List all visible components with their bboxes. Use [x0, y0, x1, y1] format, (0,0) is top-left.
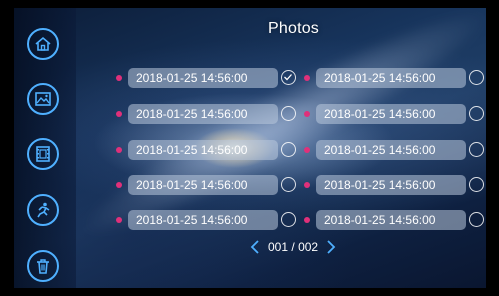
photo-select-checkbox[interactable]: [281, 70, 296, 85]
image-icon: [35, 92, 51, 106]
current-page: 001: [268, 240, 289, 254]
video-button[interactable]: [27, 138, 59, 170]
photo-marker: [116, 147, 122, 153]
pagination: 001 / 002: [250, 240, 336, 254]
page-indicator: 001 / 002: [268, 240, 318, 254]
trash-icon: [37, 259, 49, 274]
page-title: Photos: [268, 20, 320, 37]
photo-item[interactable]: 2018-01-25 14:56:00: [316, 175, 466, 195]
photo-item[interactable]: 2018-01-25 14:56:00: [316, 210, 466, 230]
motion-icon: [37, 202, 50, 218]
photo-select-checkbox[interactable]: [469, 142, 484, 157]
chevron-right-icon[interactable]: [326, 240, 336, 254]
photo-select-checkbox[interactable]: [469, 106, 484, 121]
photo-item[interactable]: 2018-01-25 14:56:00: [316, 140, 466, 160]
photo-select-checkbox[interactable]: [281, 212, 296, 227]
photo-marker: [304, 182, 310, 188]
photo-marker: [304, 111, 310, 117]
photo-select-checkbox[interactable]: [281, 106, 296, 121]
photo-screen: Photos 2018-01-25 14:56:00 2018-01-25 14…: [14, 8, 486, 288]
sidebar: [14, 8, 76, 288]
photo-item[interactable]: 2018-01-25 14:56:00: [128, 210, 278, 230]
photo-marker: [116, 182, 122, 188]
page-separator: /: [291, 240, 295, 254]
photo-select-checkbox[interactable]: [281, 142, 296, 157]
photo-marker: [116, 75, 122, 81]
photo-item[interactable]: 2018-01-25 14:56:00: [316, 104, 466, 124]
total-pages: 002: [298, 240, 319, 254]
photo-marker: [304, 75, 310, 81]
home-icon: [35, 36, 51, 51]
photo-item[interactable]: 2018-01-25 14:56:00: [128, 140, 278, 160]
photo-select-checkbox[interactable]: [469, 70, 484, 85]
motion-button[interactable]: [27, 194, 59, 226]
photo-select-checkbox[interactable]: [281, 177, 296, 192]
photos-button[interactable]: [27, 83, 59, 115]
photo-item[interactable]: 2018-01-25 14:56:00: [128, 175, 278, 195]
photo-item[interactable]: 2018-01-25 14:56:00: [128, 104, 278, 124]
chevron-left-icon[interactable]: [250, 240, 260, 254]
check-icon: [284, 74, 292, 81]
photo-item[interactable]: 2018-01-25 14:56:00: [316, 68, 466, 88]
photo-marker: [304, 217, 310, 223]
home-button[interactable]: [27, 28, 59, 60]
delete-button[interactable]: [27, 250, 59, 282]
photo-select-checkbox[interactable]: [469, 212, 484, 227]
photo-item[interactable]: 2018-01-25 14:56:00: [128, 68, 278, 88]
photo-marker: [304, 147, 310, 153]
film-icon: [36, 146, 50, 162]
photo-select-checkbox[interactable]: [469, 177, 484, 192]
photo-marker: [116, 217, 122, 223]
photo-marker: [116, 111, 122, 117]
